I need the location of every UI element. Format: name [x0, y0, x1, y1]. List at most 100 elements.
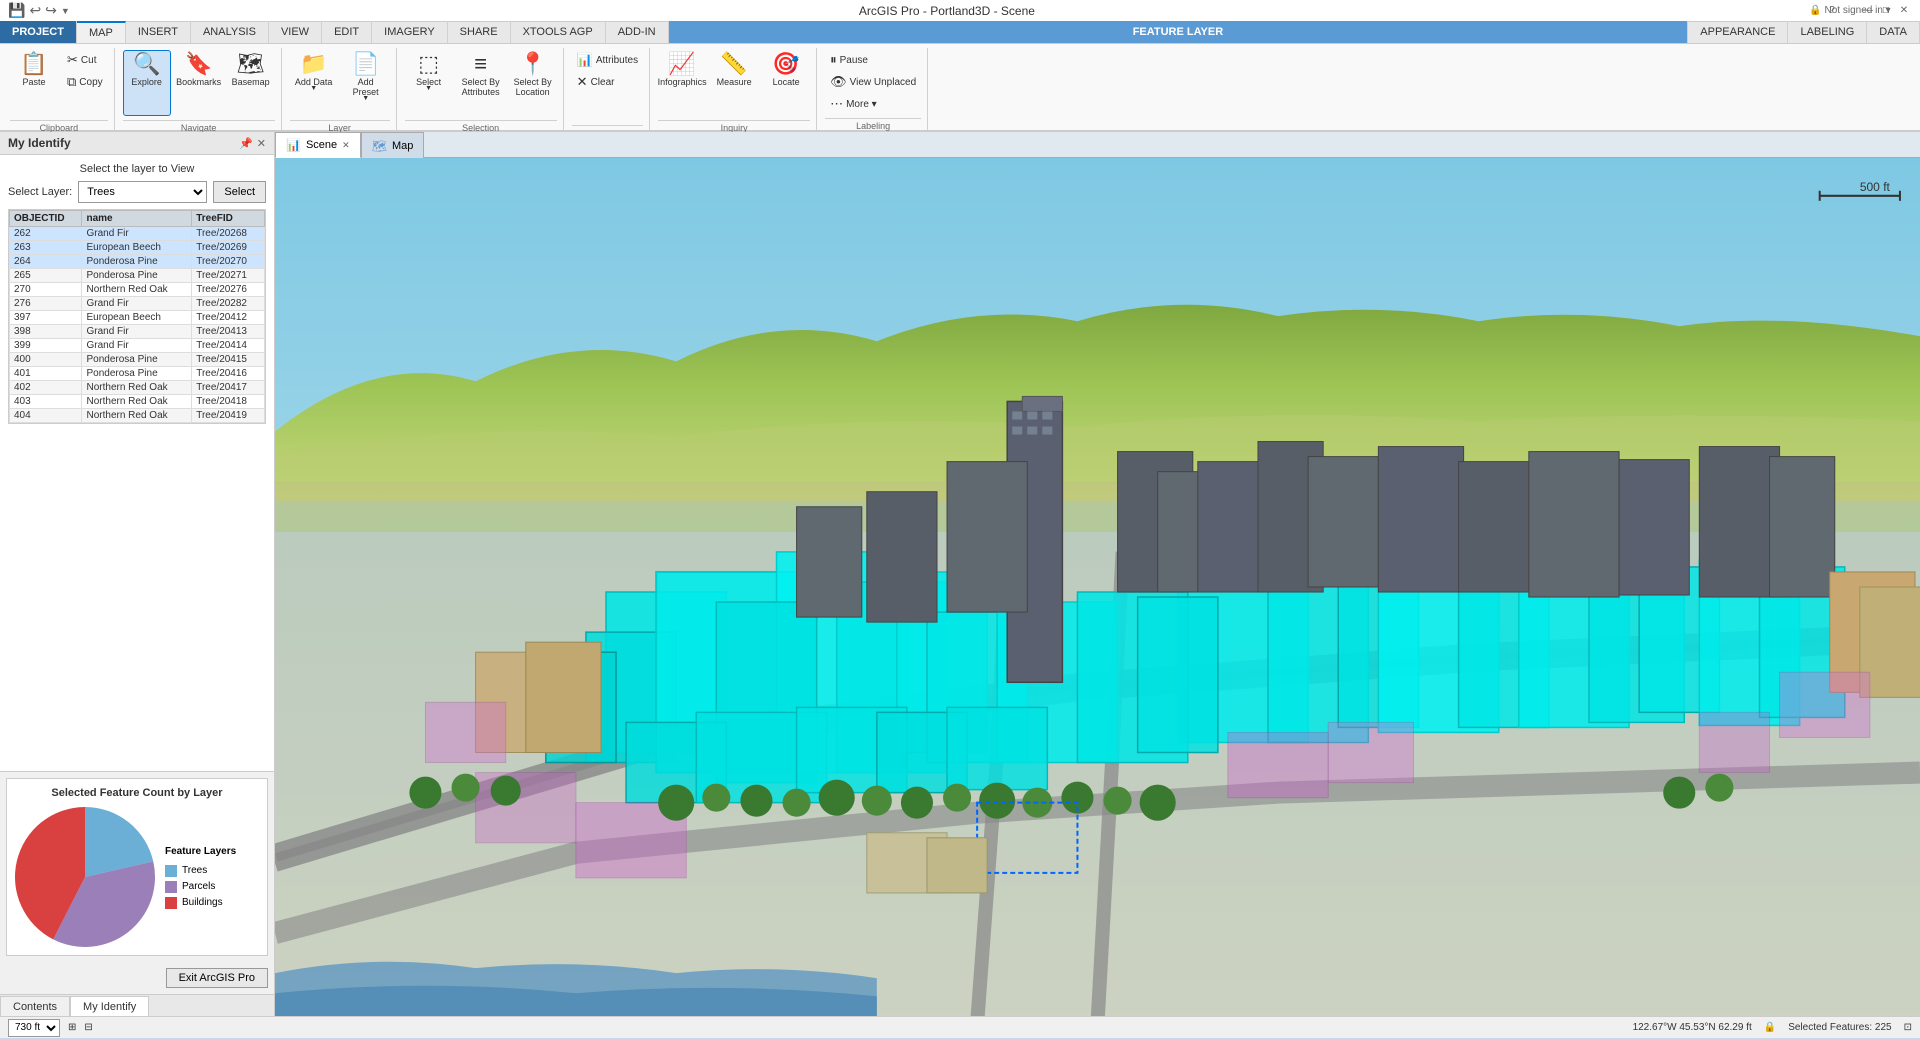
tab-map[interactable]: MAP	[77, 21, 126, 43]
cell-treefid: Tree/20268	[192, 227, 265, 241]
select-layer-button[interactable]: Select	[213, 181, 266, 203]
selected-features-label: 🔒	[1764, 1022, 1776, 1033]
table-row[interactable]: 270 Northern Red Oak Tree/20276	[10, 283, 265, 297]
svg-text:500 ft: 500 ft	[1860, 180, 1891, 194]
signin-label[interactable]: 🔒 Not signed in ▾	[1842, 3, 1858, 19]
map-tab-scene[interactable]: 📊 Scene ✕	[275, 132, 361, 158]
tab-feature-layer[interactable]: FEATURE LAYER	[669, 21, 1689, 43]
save-icon[interactable]: 💾	[8, 2, 25, 19]
main-layout: My Identify 📌 ✕ Select the layer to View…	[0, 132, 1920, 1016]
bookmarks-icon: 🔖	[185, 53, 212, 75]
select-button[interactable]: ⬚ Select ▼	[405, 50, 453, 116]
table-row[interactable]: 265 Ponderosa Pine Tree/20271	[10, 269, 265, 283]
map-tab-map[interactable]: 🗺 Map	[361, 132, 425, 158]
table-row[interactable]: 276 Grand Fir Tree/20282	[10, 297, 265, 311]
minimize-icon[interactable]: —	[1860, 3, 1876, 19]
copy-label: Copy	[79, 77, 102, 88]
cell-name: Ponderosa Pine	[82, 255, 192, 269]
redo-icon[interactable]: ↪	[45, 2, 57, 19]
tab-my-identify[interactable]: My Identify	[70, 996, 149, 1016]
tab-imagery[interactable]: IMAGERY	[372, 21, 448, 43]
undo-icon[interactable]: ↩	[29, 2, 41, 19]
tab-labeling[interactable]: LABELING	[1788, 21, 1867, 43]
close-panel-icon[interactable]: ✕	[257, 137, 266, 150]
tab-appearance[interactable]: APPEARANCE	[1688, 21, 1788, 43]
pin-icon[interactable]: 📌	[239, 137, 253, 150]
add-data-icon: 📁	[300, 53, 327, 75]
layer-dropdown[interactable]: Trees Parcels Buildings	[78, 181, 207, 203]
tab-insert[interactable]: INSERT	[126, 21, 191, 43]
attributes-button[interactable]: 📊 Attributes	[572, 50, 643, 70]
cell-treefid: Tree/20419	[192, 409, 265, 423]
table-row[interactable]: 263 European Beech Tree/20269	[10, 241, 265, 255]
table-row[interactable]: 397 European Beech Tree/20412	[10, 311, 265, 325]
measure-button[interactable]: 📏 Measure	[710, 50, 758, 116]
pause-button[interactable]: ⏸ Pause	[825, 50, 921, 70]
table-row[interactable]: 399 Grand Fir Tree/20414	[10, 339, 265, 353]
tab-edit[interactable]: EDIT	[322, 21, 372, 43]
clear-button[interactable]: ✕ Clear	[572, 72, 643, 92]
tab-share[interactable]: SHARE	[448, 21, 511, 43]
cut-button[interactable]: ✂ Cut	[62, 50, 108, 70]
table-row[interactable]: 402 Northern Red Oak Tree/20417	[10, 381, 265, 395]
coordinates-display: 122.67°W 45.53°N 62.29 ft	[1633, 1022, 1752, 1033]
basemap-button[interactable]: 🗺 Basemap	[227, 50, 275, 116]
bookmarks-button[interactable]: 🔖 Bookmarks	[175, 50, 223, 116]
clipboard-buttons: 📋 Paste ✂ Cut ⧉ Copy	[10, 48, 108, 118]
table-row[interactable]: 403 Northern Red Oak Tree/20418	[10, 395, 265, 409]
legend-title: Feature Layers	[165, 846, 236, 857]
infographics-button[interactable]: 📈 Infographics	[658, 50, 706, 116]
add-data-button[interactable]: 📁 Add Data ▼	[290, 50, 338, 116]
table-row[interactable]: 398 Grand Fir Tree/20413	[10, 325, 265, 339]
clipboard-group: 📋 Paste ✂ Cut ⧉ Copy Clipboard	[4, 48, 115, 130]
copy-button[interactable]: ⧉ Copy	[62, 72, 108, 92]
table-row[interactable]: 400 Ponderosa Pine Tree/20415	[10, 353, 265, 367]
cell-objectid: 403	[10, 395, 82, 409]
scene-tab-close[interactable]: ✕	[342, 140, 350, 151]
select-by-loc-icon: 📍	[519, 53, 546, 75]
table-row[interactable]: 262 Grand Fir Tree/20268	[10, 227, 265, 241]
locate-button[interactable]: 🎯 Locate	[762, 50, 810, 116]
cell-name: European Beech	[82, 241, 192, 255]
more-button[interactable]: ⋯ More ▾	[825, 94, 921, 114]
tab-analysis[interactable]: ANALYSIS	[191, 21, 269, 43]
close-icon[interactable]: ✕	[1896, 3, 1912, 19]
identify-header: My Identify 📌 ✕	[0, 132, 274, 155]
table-row[interactable]: 264 Ponderosa Pine Tree/20270	[10, 255, 265, 269]
paste-button[interactable]: 📋 Paste	[10, 50, 58, 116]
map-canvas[interactable]: 500 ft	[275, 158, 1920, 1016]
exit-arcgis-button[interactable]: Exit ArcGIS Pro	[166, 968, 268, 988]
cell-objectid: 397	[10, 311, 82, 325]
attr-clear-col: 📊 Attributes ✕ Clear	[572, 50, 643, 92]
add-preset-button[interactable]: 📄 Add Preset ▼	[342, 50, 390, 116]
tab-contents[interactable]: Contents	[0, 996, 70, 1016]
identify-controls[interactable]: 📌 ✕	[239, 137, 266, 150]
view-unplaced-button[interactable]: 👁 View Unplaced	[825, 72, 921, 92]
select-by-loc-button[interactable]: 📍 Select ByLocation	[509, 50, 557, 116]
select-by-attr-button[interactable]: ≡ Select ByAttributes	[457, 50, 505, 116]
explore-button[interactable]: 🔍 Explore	[123, 50, 171, 116]
tab-xtools[interactable]: XTOOLS AGP	[511, 21, 606, 43]
scale-select[interactable]: 730 ft 1 mi 5 mi	[8, 1019, 60, 1037]
cell-name: Ponderosa Pine	[82, 353, 192, 367]
attributes-table[interactable]: OBJECTID name TreeFID 262 Grand Fir Tree…	[8, 209, 266, 424]
map-scale-icon[interactable]: ⊞	[68, 1022, 76, 1033]
maximize-icon[interactable]: □	[1878, 3, 1894, 19]
table-row[interactable]: 401 Ponderosa Pine Tree/20416	[10, 367, 265, 381]
legend-item-trees: Trees	[165, 865, 236, 877]
cell-treefid: Tree/20417	[192, 381, 265, 395]
table-row[interactable]: 404 Northern Red Oak Tree/20419	[10, 409, 265, 423]
map-tab-icon: 🗺	[372, 139, 387, 153]
tab-addin[interactable]: ADD-IN	[606, 21, 669, 43]
cell-objectid: 399	[10, 339, 82, 353]
expand-icon[interactable]: ⊡	[1904, 1022, 1912, 1033]
tab-view[interactable]: VIEW	[269, 21, 322, 43]
cell-treefid: Tree/20414	[192, 339, 265, 353]
window-controls[interactable]: ? 🔒 Not signed in ▾ — □ ✕	[1824, 3, 1912, 19]
customize-icon[interactable]: ▼	[61, 6, 70, 16]
quick-access-toolbar[interactable]: 💾 ↩ ↪ ▼	[8, 2, 70, 19]
map-controls-icon[interactable]: ⊟	[84, 1022, 92, 1033]
tab-data[interactable]: DATA	[1867, 21, 1920, 43]
tab-project[interactable]: PROJECT	[0, 21, 77, 43]
map-tabs: 📊 Scene ✕ 🗺 Map	[275, 132, 1920, 158]
